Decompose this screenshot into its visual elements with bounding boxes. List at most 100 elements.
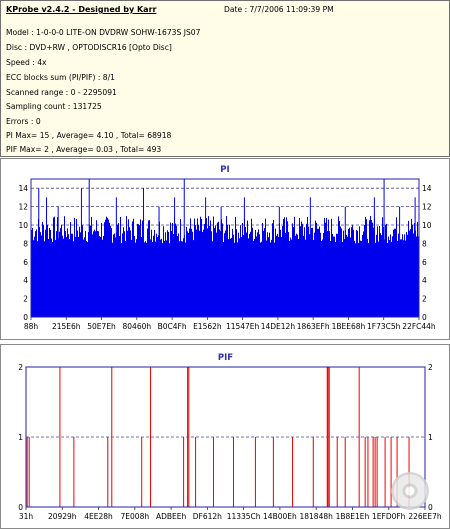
pi-bar	[216, 232, 217, 317]
pi-bar	[191, 228, 192, 317]
pi-bar	[64, 216, 65, 317]
pi-bar	[350, 237, 351, 317]
pi-bar	[150, 239, 151, 317]
y-tick-right: 2	[422, 295, 427, 304]
pi-bar	[104, 222, 105, 317]
pi-bar	[257, 232, 258, 317]
y-tick-left: 2	[18, 363, 23, 372]
pi-bar	[360, 240, 361, 317]
pi-bar	[166, 240, 167, 317]
pi-bar	[353, 229, 354, 317]
pi-bar	[164, 241, 165, 317]
y-tick-left: 0	[23, 313, 28, 322]
pi-bar	[110, 225, 111, 317]
pi-bar	[307, 216, 308, 317]
pi-bar	[314, 232, 315, 317]
pi-bar	[122, 233, 123, 317]
pi-bar	[365, 216, 366, 317]
scan-date: Date : 7/7/2006 11:09:39 PM	[224, 5, 334, 14]
pi-bar	[329, 231, 330, 317]
pi-bar	[208, 216, 209, 317]
pi-bar	[295, 235, 296, 317]
pi-bar	[255, 230, 256, 317]
pi-bar	[268, 237, 269, 317]
pi-bar	[276, 235, 277, 317]
pi-bar	[215, 225, 216, 317]
pi-bar	[288, 232, 289, 317]
pi-bar	[163, 226, 164, 317]
pi-bar	[239, 238, 240, 317]
pi-bar	[284, 217, 285, 317]
info-speed: Speed : 4x	[6, 58, 47, 67]
pi-bar	[186, 226, 187, 317]
x-tick-label: 11547Eh	[226, 322, 260, 331]
x-tick-label: 80460h	[123, 322, 152, 331]
y-tick-right: 12	[422, 203, 432, 212]
pi-bar	[338, 216, 339, 317]
pi-bar	[59, 231, 60, 317]
pi-bar	[207, 228, 208, 317]
y-tick-right: 1	[428, 433, 433, 442]
pi-bar	[390, 234, 391, 317]
pi-bar	[197, 218, 198, 317]
pi-bar	[209, 225, 210, 317]
pi-bar	[171, 230, 172, 317]
pi-bar	[146, 242, 147, 317]
pi-bar	[176, 225, 177, 317]
pi-bar	[140, 219, 141, 317]
pi-bar	[139, 225, 140, 317]
pi-bar	[193, 240, 194, 317]
pi-bar	[154, 229, 155, 317]
pi-bar	[190, 218, 191, 317]
info-errors: Errors : 0	[6, 117, 41, 126]
pi-bar	[280, 229, 281, 317]
pi-bar	[185, 242, 186, 317]
pi-bar	[367, 238, 368, 317]
pi-bar	[115, 237, 116, 317]
pi-bar	[333, 236, 334, 317]
pi-bar	[237, 242, 238, 317]
pi-bar	[343, 230, 344, 317]
pi-bar	[311, 228, 312, 317]
pi-bar	[60, 228, 61, 317]
pi-bar	[145, 241, 146, 317]
pi-bar	[328, 219, 329, 317]
x-tick-label: 22FC44h	[402, 322, 436, 331]
chart-title: PIF	[218, 353, 233, 363]
pi-bar	[348, 228, 349, 317]
pi-bar	[112, 242, 113, 317]
pi-bar	[225, 230, 226, 317]
pi-bar	[189, 228, 190, 317]
pi-bar	[144, 242, 145, 317]
pi-bar	[282, 226, 283, 317]
pi-bar	[177, 236, 178, 317]
pi-bar	[370, 215, 371, 317]
info-disc: Disc : DVD+RW , OPTODISCR16 [Opto Disc]	[6, 43, 172, 52]
pi-bar	[385, 224, 386, 317]
pif-chart-panel: PIF 0 0 1 1 2 2 31h 20929h 4EE28h 7E008h ADBEEh DF61…	[0, 344, 450, 529]
pi-bar	[251, 218, 252, 317]
pi-bar	[388, 236, 389, 317]
pi-bar	[301, 221, 302, 317]
pi-bar	[394, 228, 395, 317]
x-tick-label: 1863EFh	[297, 322, 330, 331]
pi-bar	[147, 228, 148, 317]
pi-bar	[306, 223, 307, 317]
info-pi-stats: PI Max= 15 , Average= 4.10 , Total= 6891…	[6, 131, 172, 140]
pi-bar	[323, 232, 324, 317]
pi-bar	[156, 233, 157, 317]
x-tick-label: 20929h	[48, 512, 77, 521]
pi-bar	[40, 232, 41, 317]
pi-bar	[97, 230, 98, 317]
pi-bar	[214, 228, 215, 317]
pi-bar	[262, 222, 263, 317]
pi-bar	[285, 232, 286, 317]
pi-bar	[318, 228, 319, 317]
pi-bar	[356, 229, 357, 317]
pi-bar	[238, 232, 239, 317]
pi-bar	[319, 226, 320, 317]
pi-bar	[82, 225, 83, 317]
y-tick-left: 2	[23, 295, 28, 304]
pi-bar	[80, 232, 81, 317]
pi-bar	[264, 228, 265, 317]
